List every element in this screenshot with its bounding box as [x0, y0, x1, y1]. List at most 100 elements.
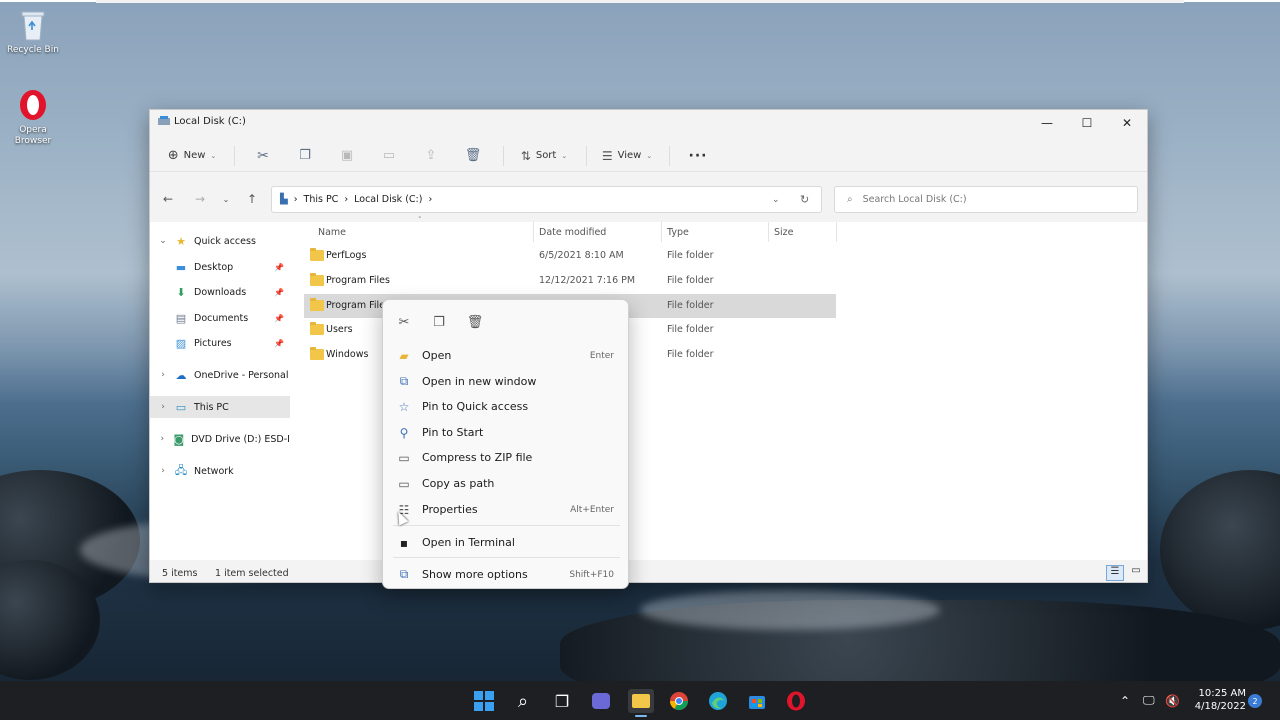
sidebar-item-dvd-drive[interactable]: › ◙ DVD Drive (D:) ESD-I [150, 428, 290, 450]
menu-item-open[interactable]: ▰ Open Enter [383, 343, 628, 368]
forward-button[interactable]: → [190, 190, 210, 208]
sidebar-item-label: Documents [194, 312, 249, 324]
up-button[interactable]: ↑ [242, 190, 262, 208]
volume-status[interactable]: 🔇 [1165, 681, 1180, 720]
sidebar-item-label: OneDrive - Personal [194, 369, 289, 381]
file-explorer-window: Local Disk (C:) — ☐ ✕ ⊕ New ⌄ ✂ ❐ ▣ ▭ ⇪ … [149, 109, 1148, 583]
paste-icon: ▣ [340, 148, 354, 163]
column-header-type[interactable]: Type [667, 222, 689, 242]
more-button[interactable]: ··· [680, 142, 716, 170]
chevron-right-icon[interactable]: › [156, 466, 170, 476]
clock[interactable]: 10:25 AM 4/18/2022 [1190, 687, 1246, 713]
details-view-button[interactable]: ☰ [1106, 565, 1124, 581]
desktop-icon: ▬ [175, 260, 187, 274]
maximize-button[interactable]: ☐ [1066, 110, 1108, 136]
cut-icon[interactable]: ✂ [394, 312, 414, 332]
file-row[interactable]: PerfLogs 6/5/2021 8:10 AM File folder [304, 244, 836, 268]
pin-icon: 📌 [274, 313, 284, 323]
file-name: Users [326, 324, 353, 335]
sidebar-item-quick-access[interactable]: ⌄ ★ Quick access [150, 230, 290, 252]
chrome-button[interactable] [667, 689, 691, 713]
recent-locations-button[interactable]: ⌄ [216, 190, 236, 208]
menu-item-properties[interactable]: ☷ Properties Alt+Enter [383, 497, 628, 522]
new-button[interactable]: ⊕ New ⌄ [162, 142, 222, 170]
copy-button[interactable]: ❐ [287, 142, 323, 170]
address-bar[interactable]: ▙ › This PC › Local Disk (C:) › ⌄ ↻ [271, 186, 822, 213]
network-icon: 🖧 [174, 463, 188, 477]
store-button[interactable] [745, 689, 769, 713]
menu-item-compress-zip[interactable]: ▭ Compress to ZIP file [383, 445, 628, 470]
chevron-right-icon[interactable]: › [156, 434, 169, 444]
delete-button[interactable]: 🗑 [455, 142, 491, 170]
command-bar: ⊕ New ⌄ ✂ ❐ ▣ ▭ ⇪ 🗑 ⇅ Sort ⌄ ☰ View ⌄ ··… [150, 140, 1147, 172]
file-date: 6/5/2021 8:10 AM [539, 250, 624, 261]
edge-button[interactable] [706, 689, 730, 713]
title-bar[interactable]: Local Disk (C:) — ☐ ✕ [150, 110, 1147, 136]
menu-item-label: Open [422, 349, 452, 362]
menu-item-open-terminal[interactable]: ▪ Open in Terminal [383, 530, 628, 555]
sidebar-item-this-pc[interactable]: › ▭ This PC [150, 396, 290, 418]
rename-button[interactable]: ▭ [371, 142, 407, 170]
toolbar-divider [234, 145, 235, 166]
menu-divider [393, 525, 620, 526]
menu-item-pin-start[interactable]: ⚲ Pin to Start [383, 420, 628, 445]
breadcrumb-local-disk[interactable]: Local Disk (C:) [354, 194, 422, 205]
sidebar-item-onedrive[interactable]: › ☁ OneDrive - Personal [150, 364, 290, 386]
pin-icon: 📌 [274, 262, 284, 272]
pin-icon: 📌 [274, 287, 284, 297]
chevron-down-icon[interactable]: ⌄ [772, 195, 780, 205]
cut-button[interactable]: ✂ [245, 142, 281, 170]
sidebar-item-label: Quick access [194, 235, 256, 247]
column-header-name[interactable]: Name [318, 222, 346, 242]
opera-button[interactable] [784, 689, 808, 713]
sidebar-item-downloads[interactable]: ⬇ Downloads 📌 [150, 281, 290, 303]
desktop-icon-opera[interactable]: Opera Browser [0, 88, 68, 147]
view-icon: ☰ [601, 148, 613, 163]
tiles-view-button[interactable]: ▭ [1128, 565, 1144, 581]
back-button[interactable]: ← [158, 190, 178, 208]
sidebar-item-desktop[interactable]: ▬ Desktop 📌 [150, 256, 290, 278]
search-placeholder: Search Local Disk (C:) [862, 194, 967, 205]
tray-overflow-button[interactable]: ⌃ [1120, 681, 1130, 720]
copy-icon[interactable]: ❐ [429, 312, 449, 332]
chevron-right-icon[interactable]: › [156, 370, 170, 380]
menu-item-pin-quick-access[interactable]: ☆ Pin to Quick access [383, 394, 628, 419]
folder-icon [632, 694, 650, 708]
menu-item-show-more-options[interactable]: ⧉ Show more options Shift+F10 [383, 562, 628, 587]
menu-item-copy-path[interactable]: ▭ Copy as path [383, 471, 628, 496]
paste-button[interactable]: ▣ [329, 142, 365, 170]
network-icon: 🖵 [1143, 693, 1155, 707]
column-header-size[interactable]: Size [774, 222, 794, 242]
view-label: View [617, 150, 642, 161]
search-input[interactable]: ⌕ Search Local Disk (C:) [834, 186, 1138, 213]
file-explorer-taskbar-button[interactable] [628, 689, 654, 717]
chevron-down-icon[interactable]: ⌄ [156, 236, 170, 246]
more-options-icon: ⧉ [399, 567, 409, 581]
sidebar-item-network[interactable]: › 🖧 Network [150, 460, 290, 482]
view-button[interactable]: ☰ View ⌄ [597, 142, 657, 170]
column-header-date[interactable]: Date modified [539, 222, 606, 242]
breadcrumb-this-pc[interactable]: This PC [304, 194, 339, 205]
share-button[interactable]: ⇪ [413, 142, 449, 170]
menu-item-open-new-window[interactable]: ⧉ Open in new window [383, 369, 628, 394]
search-button[interactable]: ⌕ [511, 689, 535, 713]
task-view-button[interactable]: ❐ [550, 689, 574, 713]
chevron-right-icon[interactable]: › [156, 402, 170, 412]
sidebar-item-pictures[interactable]: ▨ Pictures 📌 [150, 332, 290, 354]
sort-button[interactable]: ⇅ Sort ⌄ [514, 142, 574, 170]
desktop-icon-recycle-bin[interactable]: Recycle Bin [0, 8, 68, 56]
close-button[interactable]: ✕ [1106, 110, 1148, 136]
file-row[interactable]: Program Files 12/12/2021 7:16 PM File fo… [304, 269, 836, 293]
notification-badge[interactable]: 2 [1248, 694, 1262, 708]
trash-icon[interactable]: 🗑 [465, 312, 485, 332]
chat-button[interactable] [589, 689, 613, 713]
minimize-button[interactable]: — [1026, 110, 1068, 136]
network-status[interactable]: 🖵 [1143, 681, 1155, 720]
refresh-icon[interactable]: ↻ [800, 193, 809, 206]
start-button[interactable] [472, 689, 496, 713]
file-type: File folder [667, 275, 714, 286]
navigation-pane: ⌄ ★ Quick access ▬ Desktop 📌 ⬇ Downloads… [150, 222, 290, 560]
file-type: File folder [667, 324, 714, 335]
pin-icon: 📌 [274, 338, 284, 348]
sidebar-item-documents[interactable]: ▤ Documents 📌 [150, 307, 290, 329]
